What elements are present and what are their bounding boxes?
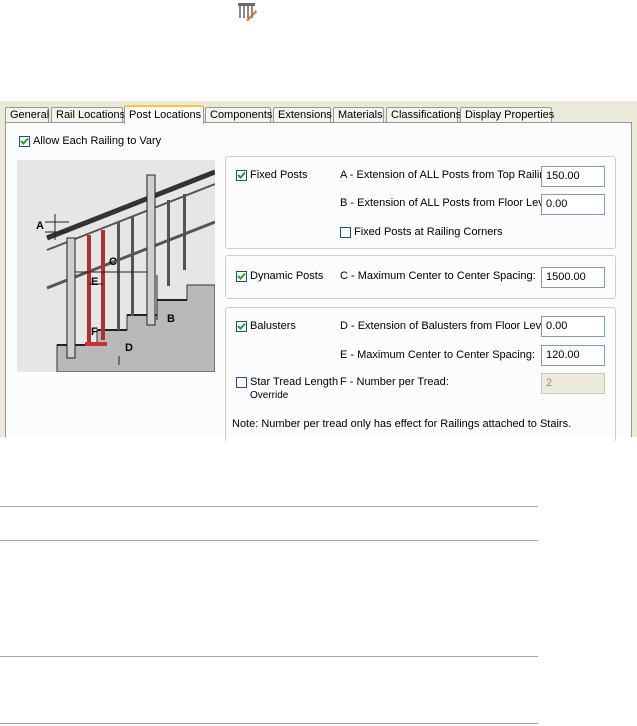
tab-rail-locations[interactable]: Rail Locations — [51, 107, 125, 122]
balusters-checkbox[interactable] — [236, 321, 247, 332]
tab-classifications[interactable]: Classifications — [386, 107, 461, 122]
check-icon — [237, 272, 246, 280]
extension-floor-label: B - Extension of ALL Posts from Floor Le… — [340, 197, 556, 209]
baluster-spacing-input[interactable]: 120.00 — [541, 345, 605, 366]
diagram-letter-b: B — [167, 313, 175, 325]
fixed-posts-corners-checkbox[interactable] — [340, 227, 351, 238]
post-spacing-input[interactable]: 1500.00 — [541, 267, 605, 288]
baluster-spacing-label: E - Maximum Center to Center Spacing: — [340, 349, 536, 361]
stair-tread-override-checkbox[interactable] — [236, 377, 247, 388]
number-per-tread-input[interactable]: 2 — [541, 373, 605, 394]
extension-floor-input[interactable]: 0.00 — [541, 194, 605, 215]
tab-general[interactable]: General — [5, 107, 49, 122]
check-icon — [20, 137, 29, 145]
tab-extensions[interactable]: Extensions — [273, 107, 332, 122]
diagram-letter-e: E — [91, 276, 99, 288]
baluster-extension-label: D - Extension of Balusters from Floor Le… — [340, 320, 553, 332]
check-icon — [237, 322, 246, 330]
extension-top-label: A - Extension of ALL Posts from Top Rail… — [340, 169, 555, 181]
diagram-letter-f: F — [91, 326, 98, 338]
diagram-letter-d: D — [125, 342, 133, 354]
post-spacing-label: C - Maximum Center to Center Spacing: — [340, 270, 536, 282]
divider-line — [0, 723, 538, 724]
dynamic-posts-checkbox[interactable] — [236, 271, 247, 282]
diagram-letter-c: C — [109, 256, 117, 268]
number-per-tread-label: F - Number per Tread: — [340, 376, 449, 388]
fixed-posts-label: Fixed Posts — [250, 169, 308, 181]
allow-vary-checkbox[interactable] — [19, 136, 30, 147]
balusters-label: Balusters — [250, 320, 296, 332]
fixed-posts-corners-label: Fixed Posts at Railing Corners — [354, 226, 503, 238]
fixed-posts-checkbox[interactable] — [236, 170, 247, 181]
allow-vary-label: Allow Each Railing to Vary — [33, 135, 162, 147]
railing-diagram: A B C D E F — [17, 160, 216, 373]
tab-post-locations[interactable]: Post Locations — [124, 105, 204, 124]
tab-materials[interactable]: Materials — [333, 107, 384, 122]
tab-components[interactable]: Components — [205, 107, 272, 122]
divider-line — [0, 540, 538, 541]
dynamic-posts-label: Dynamic Posts — [250, 270, 324, 282]
diagram-letter-a: A — [36, 220, 44, 232]
baluster-extension-input[interactable]: 0.00 — [541, 316, 605, 337]
divider-line — [0, 506, 538, 507]
railing-tool-icon — [238, 3, 257, 21]
stair-tread-label: Star Tread Length — [250, 376, 339, 388]
tab-display-properties[interactable]: Display Properties — [460, 107, 554, 122]
divider-line — [0, 656, 538, 657]
extension-top-input[interactable]: 150.00 — [541, 166, 605, 187]
stair-tread-label-override: Override — [250, 390, 289, 401]
check-icon — [237, 171, 246, 179]
tread-note: Note: Number per tread only has effect f… — [232, 418, 572, 430]
